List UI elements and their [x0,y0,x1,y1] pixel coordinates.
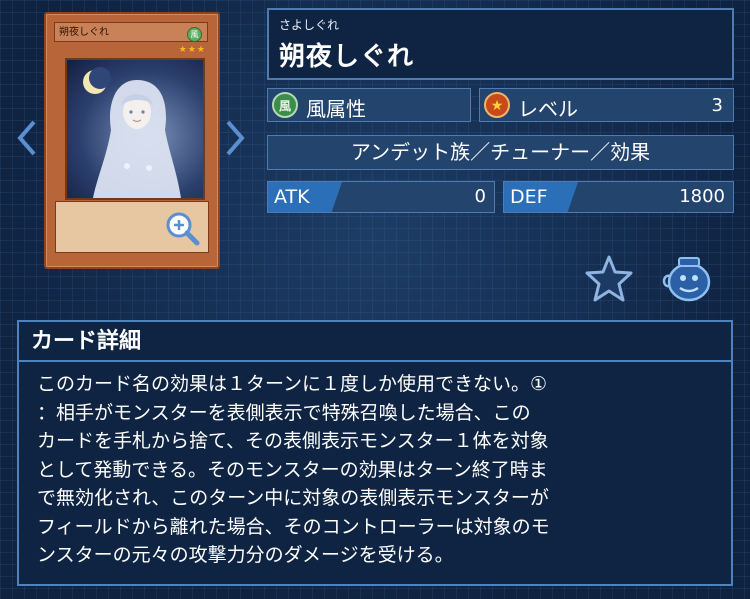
deck-pot-icon [662,257,711,302]
def-panel: DEF 1800 [503,181,734,213]
atk-panel: ATK 0 [267,181,495,213]
attribute-panel: 風 風属性 [267,88,471,122]
star-icon [585,255,633,302]
favorite-button[interactable] [584,254,634,304]
card-name-panel: さよしぐれ 朔夜しぐれ [267,8,734,80]
card-type-line: アンデット族／チューナー／効果 [350,140,651,164]
card-image-name-text: 朔夜しぐれ [59,27,109,38]
magnify-plus-icon [166,212,200,246]
card-image-name: 朔夜しぐれ 風 [54,22,208,42]
card-effect-text: このカード名の効果は１ターンに１度しか使用できない。① ：相手がモンスターを表側… [37,373,550,566]
attribute-label: 風属性 [306,97,366,121]
def-value: 1800 [679,186,725,207]
card-artwork [65,58,205,200]
card-image-attribute-icon: 風 [187,27,202,42]
ghost-girl-illustration [83,67,181,198]
level-label: レベル [518,97,578,121]
previous-card-button[interactable] [14,118,40,158]
card-image-level-stars: ★★★ [178,45,206,55]
zoom-card-button[interactable] [164,210,200,246]
card-name: 朔夜しぐれ [279,42,415,72]
atk-value: 0 [474,186,486,207]
level-star-icon: ★ [484,92,510,118]
card-detail-title: カード詳細 [19,322,731,362]
level-value: 3 [711,95,723,116]
chevron-left-icon [17,120,36,156]
type-panel: アンデット族／チューナー／効果 [267,135,734,170]
card-image[interactable]: 朔夜しぐれ 風 ★★★ [44,12,220,269]
chevron-right-icon [226,120,245,156]
card-detail-panel: カード詳細 このカード名の効果は１ターンに１度しか使用できない。① ：相手がモン… [17,320,733,586]
wind-attribute-icon: 風 [272,92,298,118]
card-name-reading: さよしぐれ [279,18,340,32]
deck-add-button[interactable] [660,252,714,304]
next-card-button[interactable] [222,118,248,158]
atk-label: ATK [268,182,342,212]
level-panel: ★ レベル 3 [479,88,734,122]
def-label: DEF [504,182,578,212]
